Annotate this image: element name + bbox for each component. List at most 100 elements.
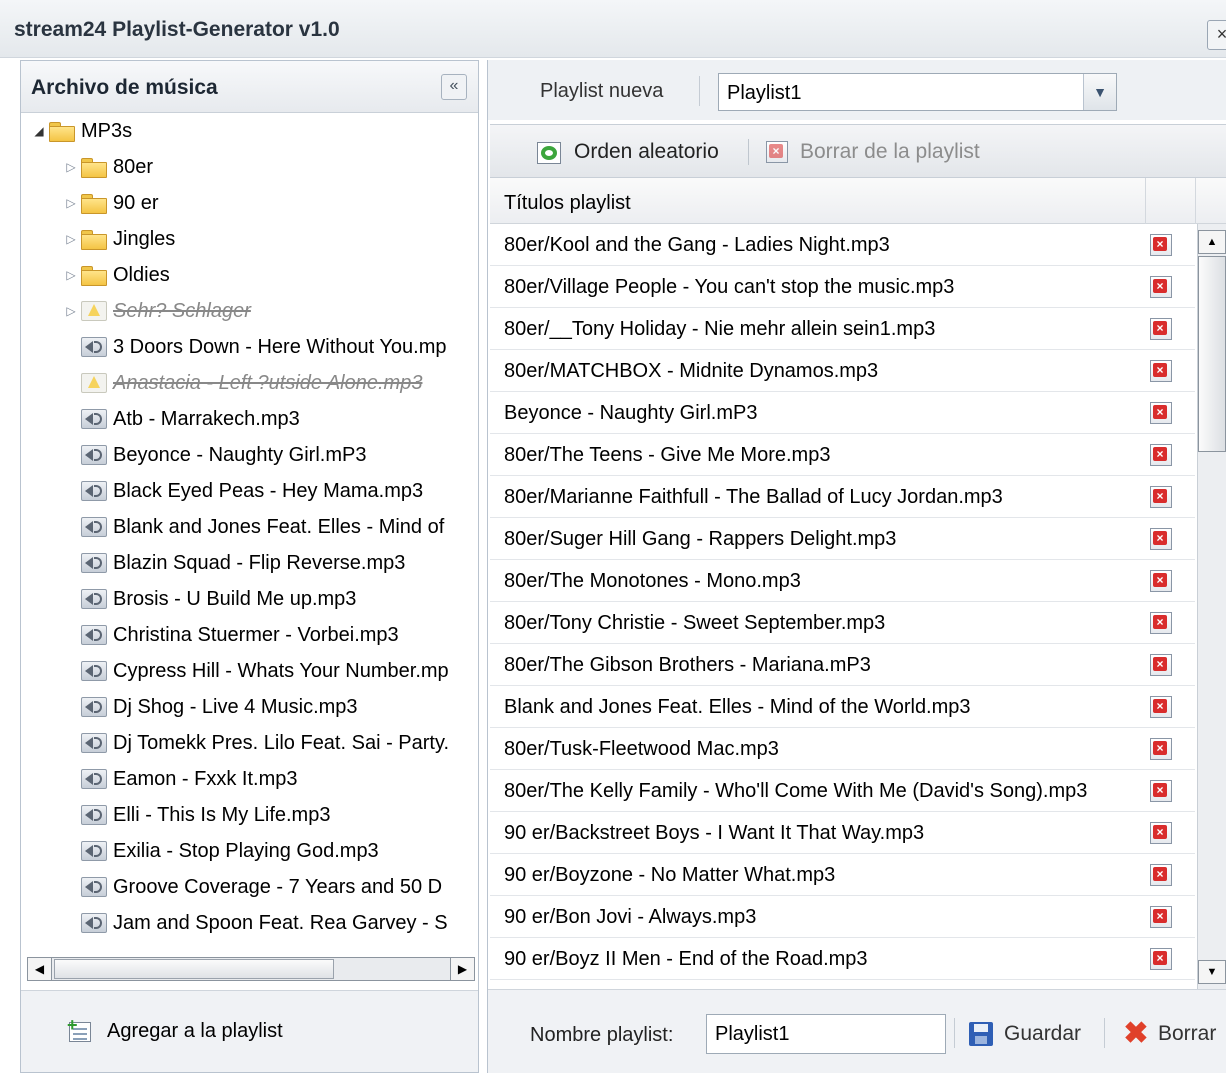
remove-row-icon[interactable]: × bbox=[1148, 862, 1174, 888]
remove-row-icon[interactable]: × bbox=[1148, 904, 1174, 930]
audio-file-icon bbox=[79, 876, 109, 898]
tree-file[interactable]: Beyonce - Naughty Girl.mP3 bbox=[63, 437, 366, 473]
playlist-row[interactable]: Beyonce - Naughty Girl.mP3 × bbox=[490, 392, 1195, 434]
audio-file-icon bbox=[79, 840, 109, 862]
playlist-row[interactable]: 90 er/Bon Jovi - Always.mp3 × bbox=[490, 896, 1195, 938]
tree-folder[interactable]: ▷ Oldies bbox=[63, 257, 170, 293]
collapsed-arrow-icon[interactable]: ▷ bbox=[63, 232, 79, 246]
scroll-left-arrow-icon[interactable]: ◀ bbox=[28, 958, 52, 980]
playlist-row[interactable]: 80er/Tony Christie - Sweet September.mp3… bbox=[490, 602, 1195, 644]
tree-file[interactable]: Groove Coverage - 7 Years and 50 D bbox=[63, 869, 442, 905]
scroll-right-arrow-icon[interactable]: ▶ bbox=[450, 958, 474, 980]
playlist-select[interactable]: Playlist1 ▼ bbox=[718, 73, 1117, 111]
remove-row-icon[interactable]: × bbox=[1148, 652, 1174, 678]
remove-row-icon[interactable]: × bbox=[1148, 778, 1174, 804]
horizontal-scroll-thumb[interactable] bbox=[54, 959, 334, 979]
close-icon[interactable]: × bbox=[1207, 20, 1226, 50]
delete-label: Borrar bbox=[1158, 1022, 1217, 1045]
scroll-up-arrow-icon[interactable]: ▲ bbox=[1198, 230, 1226, 254]
left-footer-toolbar: + Agregar a la playlist bbox=[21, 990, 478, 1072]
tree-file[interactable]: Black Eyed Peas - Hey Mama.mp3 bbox=[63, 473, 423, 509]
tree-item-label: Blank and Jones Feat. Elles - Mind of bbox=[113, 515, 445, 538]
tree-file[interactable]: Dj Shog - Live 4 Music.mp3 bbox=[63, 689, 358, 725]
playlist-row[interactable]: 80er/Village People - You can't stop the… bbox=[490, 266, 1195, 308]
tree-file[interactable]: Dj Tomekk Pres. Lilo Feat. Sai - Party. bbox=[63, 725, 449, 761]
remove-row-icon[interactable]: × bbox=[1148, 484, 1174, 510]
playlist-row[interactable]: 80er/The Teens - Give Me More.mp3 × bbox=[490, 434, 1195, 476]
tree-item-label: Atb - Marrakech.mp3 bbox=[113, 407, 300, 430]
tree-folder[interactable]: ▷ 80er bbox=[63, 149, 153, 185]
playlist-name-input[interactable] bbox=[706, 1014, 946, 1054]
warning-icon bbox=[79, 372, 109, 394]
audio-file-icon bbox=[79, 804, 109, 826]
music-archive-panel: Archivo de música « ◢ MP3s ▷ 80er ▷ 90 er ▷ Jin… bbox=[20, 60, 479, 1073]
tree-file[interactable]: Blazin Squad - Flip Reverse.mp3 bbox=[63, 545, 405, 581]
remove-row-icon[interactable]: × bbox=[1148, 274, 1174, 300]
tree-folder[interactable]: ▷ 90 er bbox=[63, 185, 159, 221]
remove-row-icon[interactable]: × bbox=[1148, 736, 1174, 762]
tree-item-label: Beyonce - Naughty Girl.mP3 bbox=[113, 443, 367, 466]
tree-file[interactable]: Brosis - U Build Me up.mp3 bbox=[63, 581, 356, 617]
playlist-row[interactable]: 80er/The Gibson Brothers - Mariana.mP3 × bbox=[490, 644, 1195, 686]
playlist-row[interactable]: 80er/The Kelly Family - Who'll Come With… bbox=[490, 770, 1195, 812]
tree-file[interactable]: Anastacia - Left ?utside Alone.mp3 bbox=[63, 365, 422, 401]
playlist-row[interactable]: 80er/Marianne Faithfull - The Ballad of … bbox=[490, 476, 1195, 518]
collapsed-arrow-icon[interactable]: ▷ bbox=[63, 304, 79, 318]
tree-file[interactable]: Jam and Spoon Feat. Rea Garvey - S bbox=[63, 905, 448, 941]
audio-file-icon bbox=[79, 552, 109, 574]
tree-item-label: 80er bbox=[113, 155, 154, 178]
playlist-track-title: 90 er/Bon Jovi - Always.mp3 bbox=[504, 906, 757, 928]
tree-file[interactable]: Christina Stuermer - Vorbei.mp3 bbox=[63, 617, 399, 653]
playlist-row[interactable]: 90 er/Boyzone - No Matter What.mp3 × bbox=[490, 854, 1195, 896]
playlist-row[interactable]: 80er/MATCHBOX - Midnite Dynamos.mp3 × bbox=[490, 350, 1195, 392]
tree-folder[interactable]: ▷ Sehr? Schlager bbox=[63, 293, 251, 329]
remove-row-icon[interactable]: × bbox=[1148, 946, 1174, 972]
tree-file[interactable]: Cypress Hill - Whats Your Number.mp bbox=[63, 653, 449, 689]
playlist-row[interactable]: 80er/__Tony Holiday - Nie mehr allein se… bbox=[490, 308, 1195, 350]
playlist-row[interactable]: 80er/Tusk-Fleetwood Mac.mp3 × bbox=[490, 728, 1195, 770]
vertical-scroll-thumb[interactable] bbox=[1198, 256, 1226, 452]
tree-file[interactable]: Exilia - Stop Playing God.mp3 bbox=[63, 833, 379, 869]
remove-row-icon[interactable]: × bbox=[1148, 358, 1174, 384]
remove-row-icon[interactable]: × bbox=[1148, 442, 1174, 468]
tree-file[interactable]: Atb - Marrakech.mp3 bbox=[63, 401, 300, 437]
remove-from-playlist-button[interactable]: × Borrar de la playlist bbox=[764, 137, 980, 167]
playlist-row[interactable]: 90 er/Backstreet Boys - I Want It That W… bbox=[490, 812, 1195, 854]
playlist-row[interactable]: Blank and Jones Feat. Elles - Mind of th… bbox=[490, 686, 1195, 728]
tree-folder[interactable]: ▷ Jingles bbox=[63, 221, 175, 257]
collapse-panel-button[interactable]: « bbox=[441, 74, 467, 100]
tree-file[interactable]: Eamon - Fxxk It.mp3 bbox=[63, 761, 298, 797]
add-to-playlist-label: Agregar a la playlist bbox=[107, 1019, 283, 1042]
remove-row-icon[interactable]: × bbox=[1148, 232, 1174, 258]
playlist-row[interactable]: 80er/The Monotones - Mono.mp3 × bbox=[490, 560, 1195, 602]
collapsed-arrow-icon[interactable]: ▷ bbox=[63, 160, 79, 174]
remove-row-icon[interactable]: × bbox=[1148, 694, 1174, 720]
collapsed-arrow-icon[interactable]: ▷ bbox=[63, 196, 79, 210]
delete-button[interactable]: ✖ Borrar bbox=[1122, 1018, 1216, 1050]
scroll-down-arrow-icon[interactable]: ▼ bbox=[1198, 960, 1226, 984]
remove-row-icon[interactable]: × bbox=[1148, 526, 1174, 552]
tree-file[interactable]: Elli - This Is My Life.mp3 bbox=[63, 797, 330, 833]
shuffle-button[interactable]: Orden aleatorio bbox=[536, 137, 719, 167]
remove-row-icon[interactable]: × bbox=[1148, 610, 1174, 636]
expanded-arrow-icon[interactable]: ◢ bbox=[31, 124, 47, 138]
tree-file[interactable]: Blank and Jones Feat. Elles - Mind of bbox=[63, 509, 444, 545]
chevron-down-icon[interactable]: ▼ bbox=[1083, 74, 1116, 110]
horizontal-scrollbar[interactable]: ◀ ▶ bbox=[27, 957, 475, 981]
tree-file[interactable]: 3 Doors Down - Here Without You.mp bbox=[63, 329, 447, 365]
add-to-playlist-button[interactable]: + Agregar a la playlist bbox=[67, 1013, 283, 1049]
column-header-titles[interactable]: Títulos playlist bbox=[504, 192, 631, 215]
tree-folder[interactable]: ◢ MP3s bbox=[31, 113, 132, 149]
remove-row-icon[interactable]: × bbox=[1148, 568, 1174, 594]
vertical-scrollbar[interactable]: ▲ ▼ bbox=[1197, 224, 1226, 989]
collapsed-arrow-icon[interactable]: ▷ bbox=[63, 268, 79, 282]
remove-row-icon[interactable]: × bbox=[1148, 316, 1174, 342]
tree-item-label: Blazin Squad - Flip Reverse.mp3 bbox=[113, 551, 406, 574]
remove-row-icon[interactable]: × bbox=[1148, 820, 1174, 846]
save-button[interactable]: Guardar bbox=[968, 1018, 1081, 1050]
playlist-row[interactable]: 80er/Kool and the Gang - Ladies Night.mp… bbox=[490, 224, 1195, 266]
playlist-track-title: 80er/Village People - You can't stop the… bbox=[504, 276, 955, 298]
remove-row-icon[interactable]: × bbox=[1148, 400, 1174, 426]
playlist-row[interactable]: 90 er/Boyz II Men - End of the Road.mp3 × bbox=[490, 938, 1195, 980]
playlist-row[interactable]: 80er/Suger Hill Gang - Rappers Delight.m… bbox=[490, 518, 1195, 560]
